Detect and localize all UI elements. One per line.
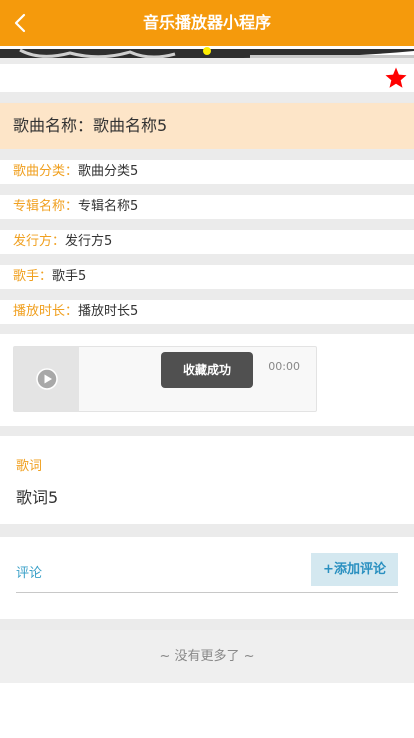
detail-value: 专辑名称5 — [78, 199, 139, 214]
lyrics-label: 歌词 — [16, 459, 43, 474]
song-name-value: 歌曲名称5 — [93, 116, 168, 135]
comment-card: 评论 +添加评论 — [0, 537, 414, 619]
toast-message: 收藏成功 — [161, 352, 253, 388]
detail-label: 播放时长： — [13, 304, 79, 319]
detail-label: 专辑名称： — [13, 199, 79, 214]
lyrics-text: 歌词5 — [16, 488, 59, 507]
no-more-indicator: ~ 没有更多了 ~ — [0, 630, 414, 683]
song-title-bar: 歌曲名称：歌曲名称5 — [0, 103, 414, 149]
detail-row-category: 歌曲分类：歌曲分类5 — [0, 160, 414, 184]
carousel-indicator-dot — [203, 47, 211, 55]
detail-row-duration: 播放时长：播放时长5 — [0, 300, 414, 324]
detail-label: 歌手： — [13, 269, 53, 284]
section-gap — [0, 254, 414, 265]
detail-label: 发行方： — [13, 234, 66, 249]
section-gap — [0, 524, 414, 537]
star-icon[interactable] — [384, 66, 408, 90]
player-cover — [14, 347, 79, 411]
section-gap — [0, 289, 414, 300]
section-gap — [0, 426, 414, 436]
detail-row-publisher: 发行方：发行方5 — [0, 230, 414, 254]
navigation-bar: 音乐播放器小程序 — [0, 0, 414, 46]
favorite-row — [0, 64, 414, 92]
page-title: 音乐播放器小程序 — [142, 13, 271, 32]
add-comment-button[interactable]: +添加评论 — [311, 553, 398, 586]
detail-value: 歌手5 — [52, 269, 87, 284]
detail-row-album: 专辑名称：专辑名称5 — [0, 195, 414, 219]
section-gap — [0, 92, 414, 103]
section-gap — [0, 619, 414, 630]
detail-label: 歌曲分类： — [13, 164, 79, 179]
section-gap — [0, 324, 414, 334]
banner-carousel[interactable] — [0, 46, 414, 58]
song-detail-page: 音乐播放器小程序 歌曲名称：歌曲名称5 歌曲分类：歌曲分类5 专辑名称：专辑名称… — [0, 0, 414, 738]
comment-label: 评论 — [16, 566, 43, 581]
detail-value: 发行方5 — [65, 234, 113, 249]
play-icon[interactable] — [36, 368, 58, 390]
section-gap — [0, 184, 414, 195]
detail-value: 播放时长5 — [78, 304, 139, 319]
section-gap — [0, 219, 414, 230]
detail-row-singer: 歌手：歌手5 — [0, 265, 414, 289]
player-time: 00:00 — [268, 360, 300, 373]
detail-value: 歌曲分类5 — [78, 164, 139, 179]
lyrics-card: 歌词 歌词5 — [0, 436, 414, 524]
divider — [16, 592, 398, 593]
song-name-label: 歌曲名称： — [13, 116, 94, 135]
section-gap — [0, 149, 414, 160]
